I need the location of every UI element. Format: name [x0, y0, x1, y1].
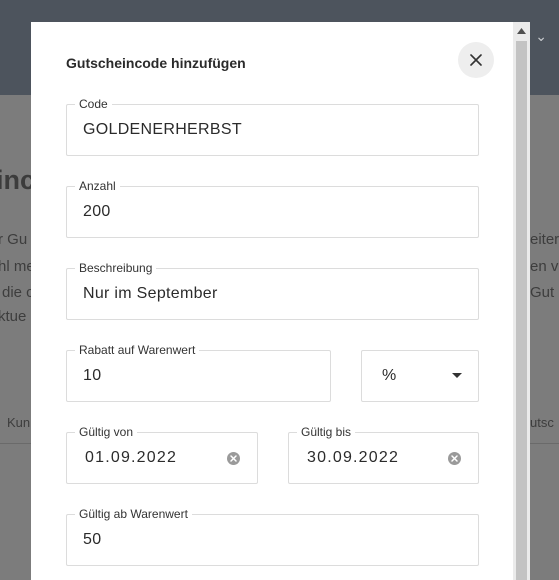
- count-value: 200: [83, 203, 111, 220]
- clear-icon[interactable]: [448, 452, 461, 465]
- min-order-label: Gültig ab Warenwert: [75, 507, 192, 521]
- clear-icon[interactable]: [227, 452, 240, 465]
- background-tab: utsc: [530, 415, 554, 430]
- min-order-value-field[interactable]: Gültig ab Warenwert 50: [66, 507, 479, 566]
- chevron-down-icon: ⌄: [535, 28, 547, 44]
- min-order-value: 50: [83, 531, 102, 548]
- description-label: Beschreibung: [75, 261, 157, 275]
- close-button[interactable]: [458, 42, 494, 78]
- valid-to-label: Gültig bis: [297, 425, 356, 439]
- scrollbar-thumb[interactable]: [516, 41, 527, 580]
- count-label: Anzahl: [75, 179, 120, 193]
- background-text: Gut: [530, 284, 555, 301]
- valid-to-value: 30.09.2022: [307, 449, 400, 466]
- caret-up-icon: [517, 27, 526, 34]
- add-voucher-dialog: Gutscheincode hinzufügen Code GOLDENERHE…: [31, 22, 513, 580]
- background-text: en v: [530, 258, 559, 275]
- discount-unit-value: %: [382, 367, 397, 384]
- background-text: r Gu: [0, 231, 28, 248]
- description-value: Nur im September: [83, 285, 218, 302]
- code-field[interactable]: Code GOLDENERHERBST: [66, 97, 479, 156]
- code-value: GOLDENERHERBST: [83, 121, 242, 138]
- scroll-up-button[interactable]: [513, 22, 530, 39]
- valid-from-field[interactable]: Gültig von 01.09.2022: [66, 425, 258, 484]
- valid-to-field[interactable]: Gültig bis 30.09.2022: [288, 425, 479, 484]
- code-label: Code: [75, 97, 112, 111]
- background-text: hl me: [0, 258, 35, 275]
- discount-label: Rabatt auf Warenwert: [75, 343, 200, 357]
- discount-unit-select[interactable]: %: [361, 350, 479, 402]
- background-text: eiter: [530, 231, 559, 248]
- dialog-title: Gutscheincode hinzufügen: [66, 55, 246, 71]
- background-text: die c: [2, 284, 34, 301]
- description-field[interactable]: Beschreibung Nur im September: [66, 261, 479, 320]
- caret-down-icon: [452, 373, 462, 378]
- background-text: ktue: [0, 308, 27, 325]
- count-field[interactable]: Anzahl 200: [66, 179, 479, 238]
- background-tab: Kun: [7, 415, 31, 430]
- page-heading: inc: [0, 165, 36, 195]
- discount-value: 10: [83, 367, 102, 384]
- discount-field[interactable]: Rabatt auf Warenwert 10: [66, 343, 331, 402]
- valid-from-value: 01.09.2022: [85, 449, 178, 466]
- scrollbar[interactable]: [513, 22, 530, 580]
- close-icon: [470, 54, 482, 66]
- valid-from-label: Gültig von: [75, 425, 138, 439]
